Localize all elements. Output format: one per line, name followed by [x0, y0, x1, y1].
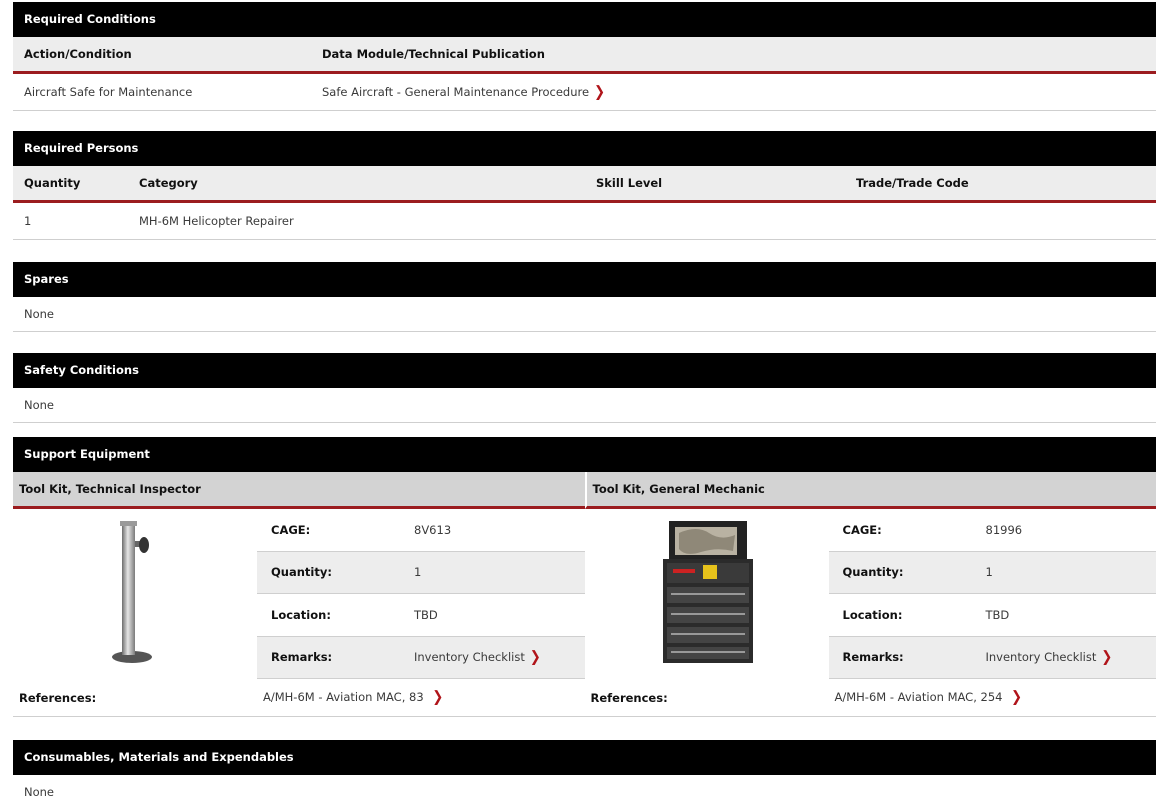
references-value[interactable]: A/MH-6M - Aviation MAC, 83 ❯: [263, 689, 585, 706]
detail-row-remarks: Remarks: Inventory Checklist ❯: [257, 636, 585, 679]
table-row: 1 MH-6M Helicopter Repairer: [13, 203, 1156, 240]
support-equipment-section: Support Equipment Tool Kit, Technical In…: [13, 437, 1156, 717]
detail-row-quantity: Quantity: 1: [257, 551, 585, 594]
detail-row-quantity: Quantity: 1: [828, 551, 1156, 594]
chevron-right-icon[interactable]: ❯: [1011, 689, 1022, 706]
required-persons-header: Quantity Category Skill Level Trade/Trad…: [13, 166, 1156, 203]
cell-trade: [845, 203, 1156, 239]
inspector-stand-image: [112, 521, 152, 663]
tool-image-technical-inspector: [13, 509, 257, 679]
inventory-checklist-link[interactable]: Inventory Checklist: [986, 650, 1097, 664]
chevron-right-icon[interactable]: ❯: [432, 689, 443, 706]
tool-references: References: A/MH-6M - Aviation MAC, 254 …: [585, 679, 1157, 716]
tool-card: CAGE: 81996 Quantity: 1 Location: TBD Re…: [585, 509, 1157, 679]
col-trade-code: Trade/Trade Code: [856, 176, 969, 190]
toolbox-image: [662, 521, 753, 663]
aviation-mac-link[interactable]: A/MH-6M - Aviation MAC, 254: [835, 690, 1003, 704]
chevron-right-icon[interactable]: ❯: [594, 83, 605, 100]
detail-row-cage: CAGE: 81996: [828, 509, 1156, 552]
consumables-title: Consumables, Materials and Expendables: [13, 740, 1156, 775]
remarks-label: Remarks:: [271, 650, 333, 665]
col-action-condition: Action/Condition: [24, 47, 132, 61]
references-row: References: A/MH-6M - Aviation MAC, 83 ❯…: [13, 679, 1156, 717]
quantity-value: 1: [414, 565, 422, 580]
tool-body: CAGE: 8V613 Quantity: 1 Location: TBD Re…: [13, 509, 1156, 679]
tool-image-general-mechanic: [585, 509, 829, 679]
col-data-module: Data Module/Technical Publication: [322, 47, 545, 61]
tool-name: Tool Kit, General Mechanic: [584, 472, 1156, 509]
cage-label: CAGE:: [271, 522, 311, 537]
col-category: Category: [139, 176, 198, 190]
inventory-checklist-link[interactable]: Inventory Checklist: [414, 650, 525, 664]
cage-value: 81996: [985, 522, 1023, 537]
spares-value: None: [13, 297, 1156, 332]
location-value: TBD: [414, 607, 438, 622]
required-conditions-section: Required Conditions Action/Condition Dat…: [13, 2, 1156, 111]
aviation-mac-link[interactable]: A/MH-6M - Aviation MAC, 83: [263, 690, 424, 704]
references-label: References:: [590, 690, 668, 705]
required-conditions-header: Action/Condition Data Module/Technical P…: [13, 37, 1156, 74]
consumables-value: None: [24, 785, 55, 799]
cage-value: 8V613: [414, 522, 452, 537]
safety-conditions-value: None: [13, 388, 1156, 423]
references-label: References:: [19, 690, 97, 705]
quantity-label: Quantity:: [842, 565, 904, 580]
support-equipment-title: Support Equipment: [13, 437, 1156, 472]
table-row: Aircraft Safe for Maintenance Safe Aircr…: [13, 74, 1156, 111]
location-value: TBD: [985, 607, 1010, 622]
col-skill-level: Skill Level: [596, 176, 663, 190]
required-persons-section: Required Persons Quantity Category Skill…: [13, 131, 1156, 240]
required-conditions-title: Required Conditions: [13, 2, 1156, 37]
cell-publication[interactable]: Safe Aircraft - General Maintenance Proc…: [311, 74, 1156, 110]
cage-label: CAGE:: [842, 522, 882, 537]
cell-skill: [585, 203, 845, 239]
detail-row-location: Location: TBD: [828, 594, 1156, 637]
tool-name: Tool Kit, Technical Inspector: [13, 472, 585, 509]
required-persons-title: Required Persons: [13, 131, 1156, 166]
remarks-value[interactable]: Inventory Checklist ❯: [972, 637, 1157, 679]
chevron-right-icon[interactable]: ❯: [1101, 649, 1112, 666]
cell-action: Aircraft Safe for Maintenance: [24, 85, 193, 99]
references-value[interactable]: A/MH-6M - Aviation MAC, 254 ❯: [835, 689, 1157, 706]
safety-conditions-title: Safety Conditions: [13, 353, 1156, 388]
quantity-label: Quantity:: [271, 565, 332, 580]
consumables-section: Consumables, Materials and Expendables N…: [13, 740, 1156, 810]
remarks-label: Remarks:: [842, 650, 904, 665]
safety-conditions-section: Safety Conditions None: [13, 353, 1156, 423]
remarks-value[interactable]: Inventory Checklist ❯: [400, 637, 585, 679]
tool-card: CAGE: 8V613 Quantity: 1 Location: TBD Re…: [13, 509, 585, 679]
location-label: Location:: [842, 607, 903, 622]
spares-section: Spares None: [13, 262, 1156, 332]
cell-quantity: 1: [24, 214, 32, 228]
detail-row-location: Location: TBD: [257, 594, 585, 637]
detail-row-cage: CAGE: 8V613: [257, 509, 585, 552]
location-label: Location:: [271, 607, 331, 622]
cell-category: MH-6M Helicopter Repairer: [139, 214, 294, 228]
tool-headers: Tool Kit, Technical Inspector Tool Kit, …: [13, 472, 1156, 509]
tool-references: References: A/MH-6M - Aviation MAC, 83 ❯: [13, 679, 585, 716]
tool-details: CAGE: 81996 Quantity: 1 Location: TBD Re…: [828, 509, 1157, 679]
col-quantity: Quantity: [24, 176, 81, 190]
publication-link[interactable]: Safe Aircraft - General Maintenance Proc…: [322, 85, 589, 99]
spares-title: Spares: [13, 262, 1156, 297]
quantity-value: 1: [985, 565, 993, 580]
tool-details: CAGE: 8V613 Quantity: 1 Location: TBD Re…: [257, 509, 585, 679]
chevron-right-icon[interactable]: ❯: [530, 649, 541, 666]
detail-row-remarks: Remarks: Inventory Checklist ❯: [828, 636, 1157, 679]
